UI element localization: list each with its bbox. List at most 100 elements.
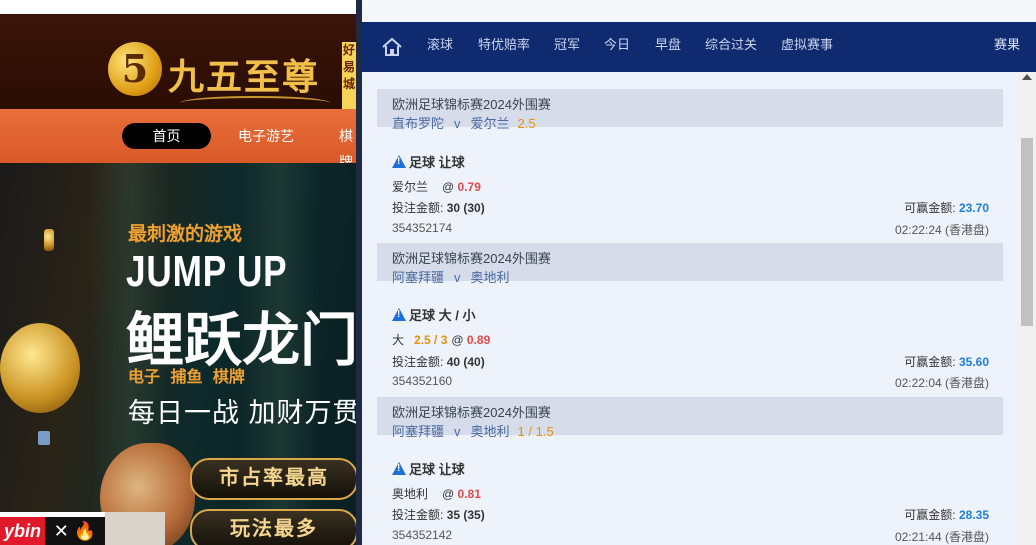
stake-row: 投注金额: 30 (30) — [392, 199, 485, 216]
gold-coin-image — [44, 229, 54, 251]
site-nav-home[interactable]: 首页 — [122, 123, 211, 149]
nav-tab-early[interactable]: 早盘 — [655, 22, 681, 72]
nav-tab-virtual[interactable]: 虚拟赛事 — [781, 22, 833, 72]
bet-time: 02:22:24 (香港盘) — [894, 223, 989, 237]
bet-selection: 大 2.5 / 3 @ 0.89 — [392, 331, 490, 348]
away-team: 奥地利 — [470, 424, 510, 439]
nav-tab-today[interactable]: 今日 — [604, 22, 630, 72]
nav-tab-outright[interactable]: 冠军 — [554, 22, 580, 72]
banner-button-market-share[interactable]: 市占率最高 — [190, 458, 356, 500]
bet-id: 354352160 — [392, 374, 453, 388]
selection-name: 大 — [392, 333, 405, 347]
home-team: 直布罗陀 — [392, 116, 445, 131]
warning-icon — [392, 462, 406, 475]
header-handicap: 2.5 — [517, 116, 536, 131]
versus-label: v — [454, 270, 461, 285]
header-handicap: 1 / 1.5 — [517, 424, 554, 439]
bet-id: 354352174 — [392, 221, 453, 235]
bet-type-title: 足球 让球 — [392, 152, 465, 171]
stake-value: 35 (35) — [446, 508, 485, 522]
win-row: 可赢金额: 35.60 — [904, 353, 989, 370]
stake-label: 投注金额: — [392, 355, 444, 369]
win-row: 可赢金额: 23.70 — [904, 199, 989, 216]
bet-selection: 爱尔兰 @ 0.79 — [392, 178, 481, 195]
site-logo-icon[interactable]: 5 — [108, 42, 162, 96]
bet-slip-panel: 滚球 特优赔率 冠军 今日 早盘 综合过关 虚拟赛事 赛果 欧洲足球锦标赛202… — [356, 0, 1036, 545]
bet-type-label: 足球 让球 — [409, 462, 465, 477]
banner-tagline: 最刺激的游戏 — [128, 224, 243, 245]
selection-line: 2.5 / 3 — [414, 333, 448, 347]
gold-coin-image — [0, 323, 80, 413]
banner-button-most-games[interactable]: 玩法最多 — [190, 509, 356, 545]
gem-image — [38, 431, 50, 445]
site-nav-item-cards[interactable]: 棋牌 — [339, 123, 356, 170]
bet-type-title: 足球 大 / 小 — [392, 305, 475, 324]
versus-label: v — [454, 116, 461, 131]
partner-logo-close[interactable]: ✕ 🔥 — [45, 517, 105, 545]
at-symbol: @ — [451, 333, 464, 347]
home-icon[interactable] — [381, 36, 403, 58]
win-value: 35.60 — [958, 355, 989, 369]
stake-row: 投注金额: 40 (40) — [392, 353, 485, 370]
partner-logo[interactable]: ybin — [0, 517, 45, 545]
match-teams: 阿塞拜疆 v 奥地利 — [392, 267, 518, 286]
site-nav: 首页 电子游艺 棋牌 — [0, 109, 356, 170]
banner-categories: 电子 捕鱼 棋牌 — [128, 369, 245, 386]
banner-slogan: 每日一战 加财万贯 — [128, 398, 356, 428]
win-label: 可赢金额: — [904, 201, 956, 215]
win-label: 可赢金额: — [904, 355, 956, 369]
site-logo-text[interactable]: 九五至尊 — [168, 48, 320, 100]
bet-type-title: 足球 让球 — [392, 459, 465, 478]
selection-odds: 0.79 — [457, 180, 481, 194]
nav-tab-results[interactable]: 赛果 — [994, 22, 1020, 72]
warning-icon — [392, 308, 406, 321]
warning-icon — [392, 155, 406, 168]
site-header: 5 九五至尊 好 易 城 — [0, 14, 356, 110]
scroll-up-arrow-icon[interactable] — [1022, 74, 1032, 80]
background-casino-site: 5 九五至尊 好 易 城 首页 电子游艺 棋牌 最刺激的游戏 JUMP UP 鲤… — [0, 0, 356, 545]
home-team: 阿塞拜疆 — [392, 424, 445, 439]
scrollbar[interactable] — [1018, 72, 1036, 545]
versus-label: v — [454, 424, 461, 439]
bet-type-label: 足球 让球 — [409, 155, 465, 170]
bet-header: 欧洲足球锦标赛2024外围赛 直布罗陀 v 爱尔兰 2.5 — [377, 89, 1003, 131]
league-name: 欧洲足球锦标赛2024外围赛 — [392, 251, 551, 266]
stake-label: 投注金额: — [392, 508, 444, 522]
panel-top-strip — [362, 0, 1036, 22]
win-value: 23.70 — [958, 201, 989, 215]
stake-row: 投注金额: 35 (35) — [392, 506, 485, 523]
promo-banner[interactable]: 最刺激的游戏 JUMP UP 鲤跃龙门 电子 捕鱼 棋牌 每日一战 加财万贯 市… — [0, 163, 356, 545]
match-teams: 直布罗陀 v 爱尔兰 2.5 — [392, 113, 536, 132]
selection-name: 奥地利 — [392, 487, 429, 501]
at-symbol: @ — [442, 487, 455, 501]
logo-side-badge: 好 易 城 — [342, 42, 356, 110]
away-team: 爱尔兰 — [470, 116, 510, 131]
nav-tab-live[interactable]: 滚球 — [427, 22, 453, 72]
bet-time: 02:22:04 (香港盘) — [894, 376, 989, 390]
at-symbol: @ — [442, 180, 455, 194]
bet-id: 354352142 — [392, 528, 453, 542]
away-team: 奥地利 — [470, 270, 510, 285]
bet-type-label: 足球 大 / 小 — [409, 308, 476, 323]
bet-time: 02:21:44 (香港盘) — [894, 530, 989, 544]
sports-nav-bar: 滚球 特优赔率 冠军 今日 早盘 综合过关 虚拟赛事 赛果 — [362, 22, 1036, 72]
home-team: 阿塞拜疆 — [392, 270, 445, 285]
site-top-strip — [0, 0, 356, 14]
selection-odds: 0.89 — [466, 333, 491, 347]
league-name: 欧洲足球锦标赛2024外围赛 — [392, 405, 551, 420]
league-name: 欧洲足球锦标赛2024外围赛 — [392, 97, 551, 112]
banner-title-en: JUMP UP — [126, 247, 288, 296]
bet-header: 欧洲足球锦标赛2024外围赛 阿塞拜疆 v 奥地利 — [377, 243, 1003, 285]
nav-tab-parlay[interactable]: 综合过关 — [705, 22, 757, 72]
win-value: 28.35 — [958, 508, 989, 522]
selection-odds: 0.81 — [457, 487, 481, 501]
win-row: 可赢金额: 28.35 — [904, 506, 989, 523]
site-nav-item-electronic[interactable]: 电子游艺 — [238, 123, 294, 149]
match-teams: 阿塞拜疆 v 奥地利 1 / 1.5 — [392, 421, 554, 440]
stake-value: 30 (30) — [446, 201, 485, 215]
partner-image — [105, 512, 165, 545]
selection-name: 爱尔兰 — [392, 180, 429, 194]
nav-tab-best-odds[interactable]: 特优赔率 — [478, 22, 530, 72]
scroll-thumb[interactable] — [1021, 138, 1033, 326]
bet-header: 欧洲足球锦标赛2024外围赛 阿塞拜疆 v 奥地利 1 / 1.5 — [377, 397, 1003, 439]
